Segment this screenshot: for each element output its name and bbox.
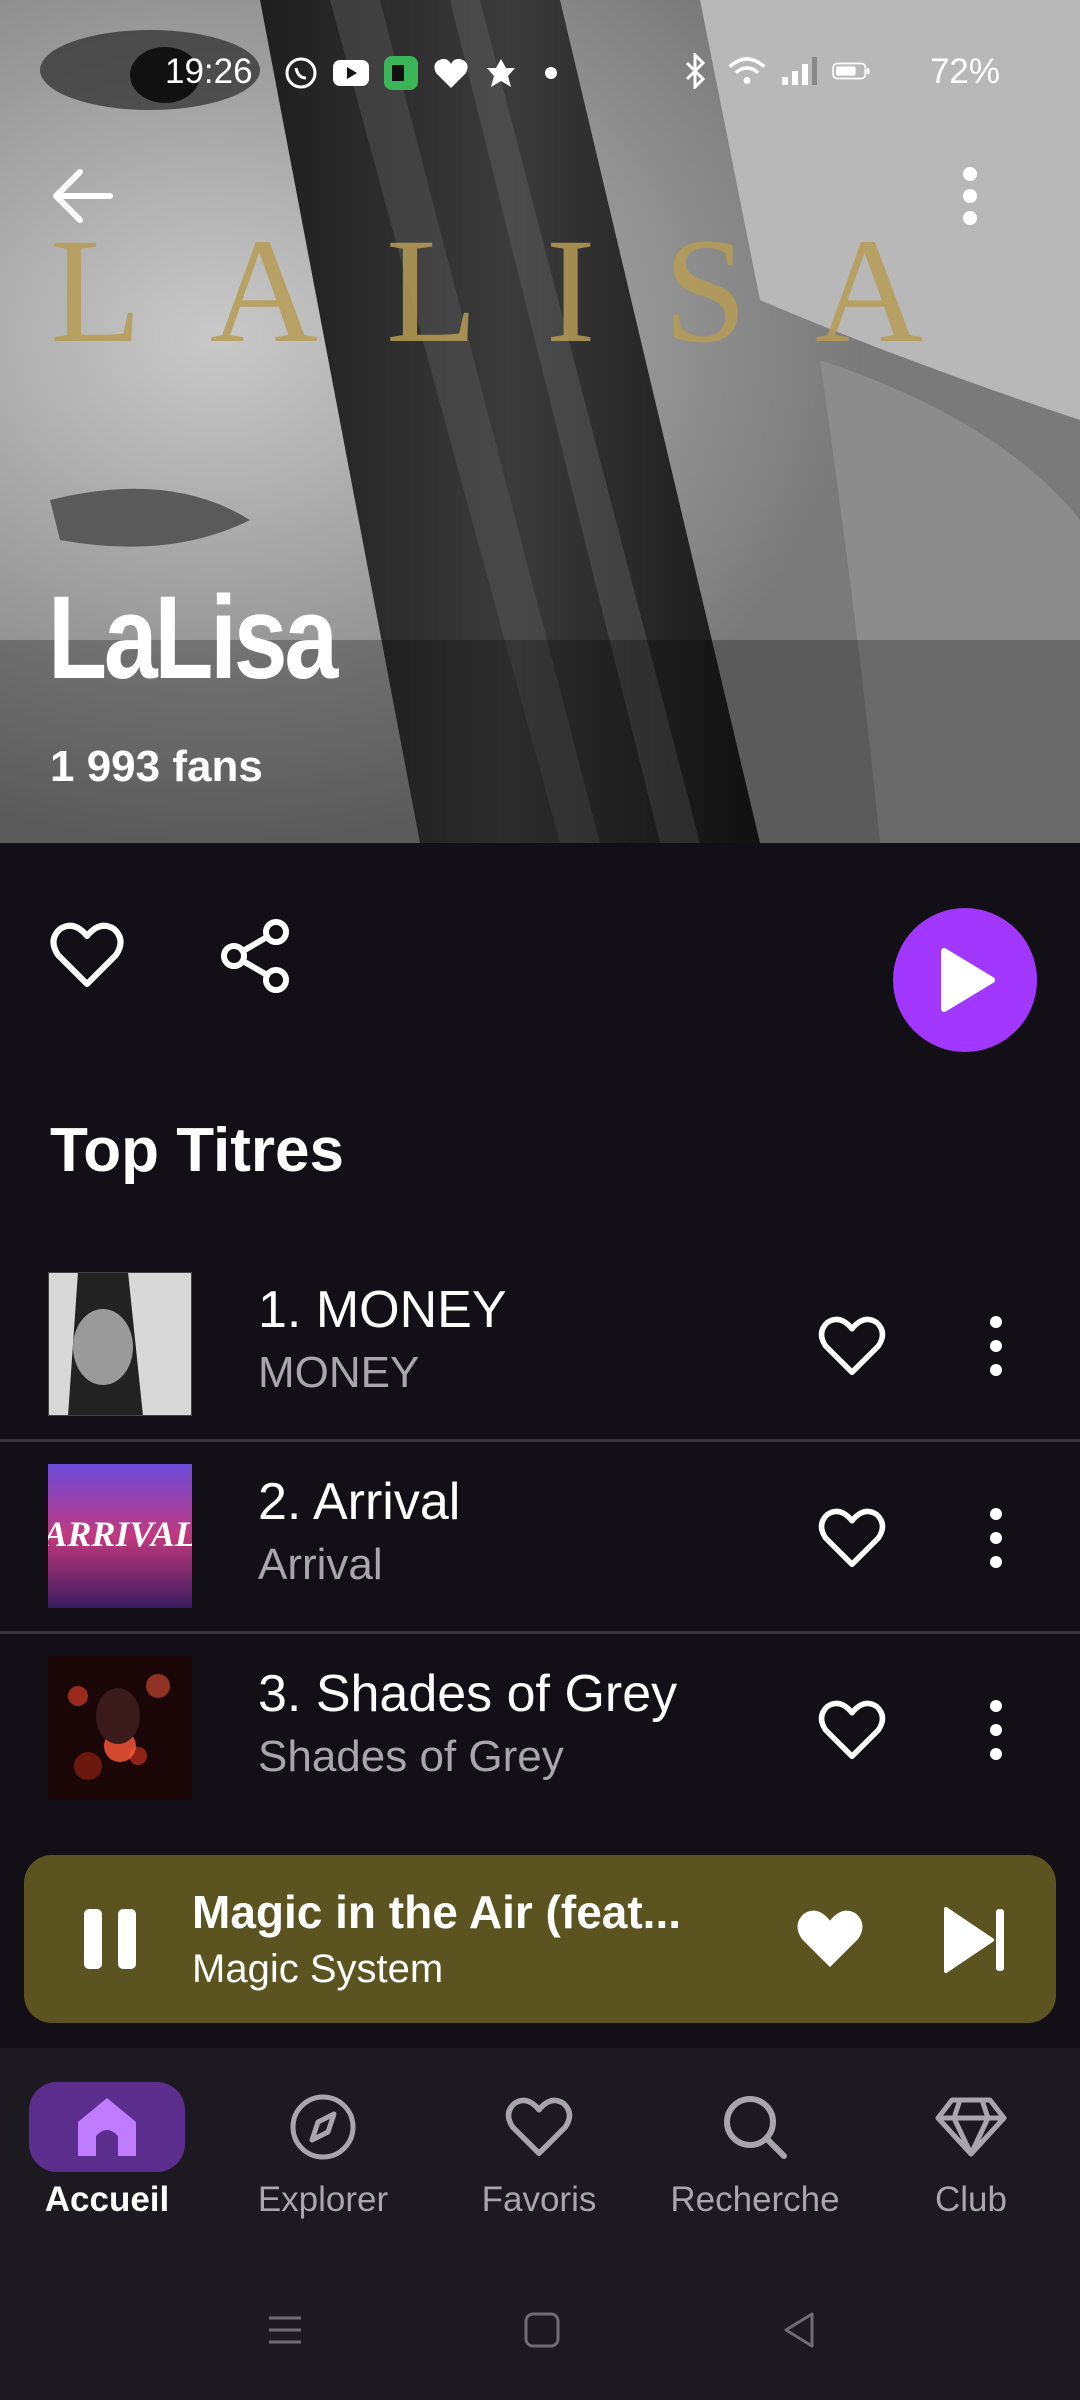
like-track-button[interactable] bbox=[818, 1700, 886, 1760]
youtube-icon bbox=[332, 54, 370, 92]
track-more-button[interactable] bbox=[980, 1498, 1012, 1578]
skip-next-icon bbox=[944, 1907, 1004, 1973]
section-title: Top Titres bbox=[50, 1116, 344, 1185]
kebab-menu-icon bbox=[990, 1700, 1002, 1760]
leaf-app-icon bbox=[482, 54, 520, 92]
share-icon bbox=[221, 919, 289, 993]
signal-icon bbox=[780, 52, 818, 90]
status-time: 19:26 bbox=[165, 52, 253, 91]
nav-club[interactable]: Club bbox=[871, 2082, 1071, 2232]
mini-player[interactable]: Magic in the Air (feat... Magic System bbox=[24, 1855, 1056, 2023]
heart-filled-icon bbox=[797, 1910, 863, 1968]
artist-photo bbox=[0, 0, 1080, 843]
status-bar: 19:26 72% bbox=[0, 50, 1080, 96]
like-track-button[interactable] bbox=[818, 1316, 886, 1376]
kebab-menu-icon bbox=[990, 1316, 1002, 1376]
battery-percent: 72% bbox=[929, 52, 1000, 91]
track-row[interactable]: 3. Shades of Grey Shades of Grey bbox=[0, 1642, 1080, 1832]
track-album: MONEY bbox=[258, 1348, 420, 1397]
pause-button[interactable] bbox=[80, 1907, 140, 1971]
nav-recherche[interactable]: Recherche bbox=[655, 2082, 855, 2232]
row-divider bbox=[0, 1439, 1080, 1442]
track-cover: ARRIVAL bbox=[48, 1464, 192, 1608]
track-more-button[interactable] bbox=[980, 1690, 1012, 1770]
fan-count: 1 993 fans bbox=[50, 742, 263, 791]
home-system-button[interactable] bbox=[520, 2308, 564, 2352]
nav-explorer[interactable]: Explorer bbox=[223, 2082, 423, 2232]
track-row[interactable]: ARRIVAL 2. Arrival Arrival bbox=[0, 1450, 1080, 1640]
nav-accueil[interactable]: Accueil bbox=[7, 2082, 207, 2232]
artist-hero: 19:26 72% LALISA LaLisa 1 993 fans bbox=[0, 0, 1080, 843]
play-all-button[interactable] bbox=[893, 908, 1037, 1052]
track-cover bbox=[48, 1272, 192, 1416]
track-album: Arrival bbox=[258, 1540, 383, 1589]
triangle-back-icon bbox=[784, 2312, 814, 2348]
search-icon bbox=[677, 2082, 833, 2172]
next-track-button[interactable] bbox=[942, 1905, 1008, 1975]
now-playing-artist: Magic System bbox=[192, 1947, 444, 1991]
nav-label: Recherche bbox=[670, 2180, 840, 2219]
heart-outline-icon bbox=[818, 1508, 886, 1568]
row-divider bbox=[0, 1631, 1080, 1634]
track-title: 3. Shades of Grey bbox=[258, 1665, 678, 1723]
album-wordmark: LALISA bbox=[50, 208, 992, 374]
square-icon bbox=[524, 2312, 560, 2348]
favorite-artist-button[interactable] bbox=[50, 922, 124, 988]
bluetooth-icon bbox=[676, 52, 714, 90]
pause-icon bbox=[84, 1909, 136, 1969]
nav-label: Explorer bbox=[257, 2180, 389, 2219]
nav-label: Favoris bbox=[481, 2180, 597, 2219]
like-now-playing-button[interactable] bbox=[794, 1907, 866, 1971]
battery-icon bbox=[832, 52, 870, 90]
svg-text:ARRIVAL: ARRIVAL bbox=[48, 1514, 192, 1554]
nav-favoris[interactable]: Favoris bbox=[439, 2082, 639, 2232]
diamond-icon bbox=[893, 2082, 1049, 2172]
heart-outline-icon bbox=[818, 1700, 886, 1760]
back-system-button[interactable] bbox=[778, 2308, 822, 2352]
heart-app-icon bbox=[432, 54, 470, 92]
bottom-navigation: Accueil Explorer Favoris Recherche Club bbox=[0, 2048, 1080, 2258]
like-track-button[interactable] bbox=[818, 1508, 886, 1568]
heart-outline-icon bbox=[818, 1316, 886, 1376]
kebab-menu-icon bbox=[990, 1508, 1002, 1568]
compass-icon bbox=[245, 2082, 401, 2172]
menu-lines-icon bbox=[269, 2316, 301, 2344]
track-cover bbox=[48, 1656, 192, 1800]
track-title: 1. MONEY bbox=[258, 1281, 507, 1339]
system-navigation-bar bbox=[0, 2258, 1080, 2400]
share-button[interactable] bbox=[218, 918, 294, 994]
artist-name: LaLisa bbox=[48, 572, 338, 704]
heart-outline-icon bbox=[50, 922, 124, 987]
now-playing-title: Magic in the Air (feat... bbox=[192, 1886, 682, 1938]
track-row[interactable]: 1. MONEY MONEY bbox=[0, 1258, 1080, 1448]
whatsapp-icon bbox=[282, 54, 320, 92]
track-album: Shades of Grey bbox=[258, 1732, 564, 1781]
nav-label: Club bbox=[935, 2180, 1007, 2219]
track-more-button[interactable] bbox=[980, 1306, 1012, 1386]
play-icon bbox=[941, 948, 995, 1012]
home-icon bbox=[29, 2082, 185, 2172]
heart-icon bbox=[461, 2082, 617, 2172]
nav-label: Accueil bbox=[44, 2180, 170, 2219]
track-title: 2. Arrival bbox=[258, 1473, 461, 1531]
wifi-icon bbox=[728, 52, 766, 90]
dot-icon bbox=[532, 54, 570, 92]
recents-button[interactable] bbox=[263, 2308, 307, 2352]
app-icon bbox=[382, 54, 420, 92]
